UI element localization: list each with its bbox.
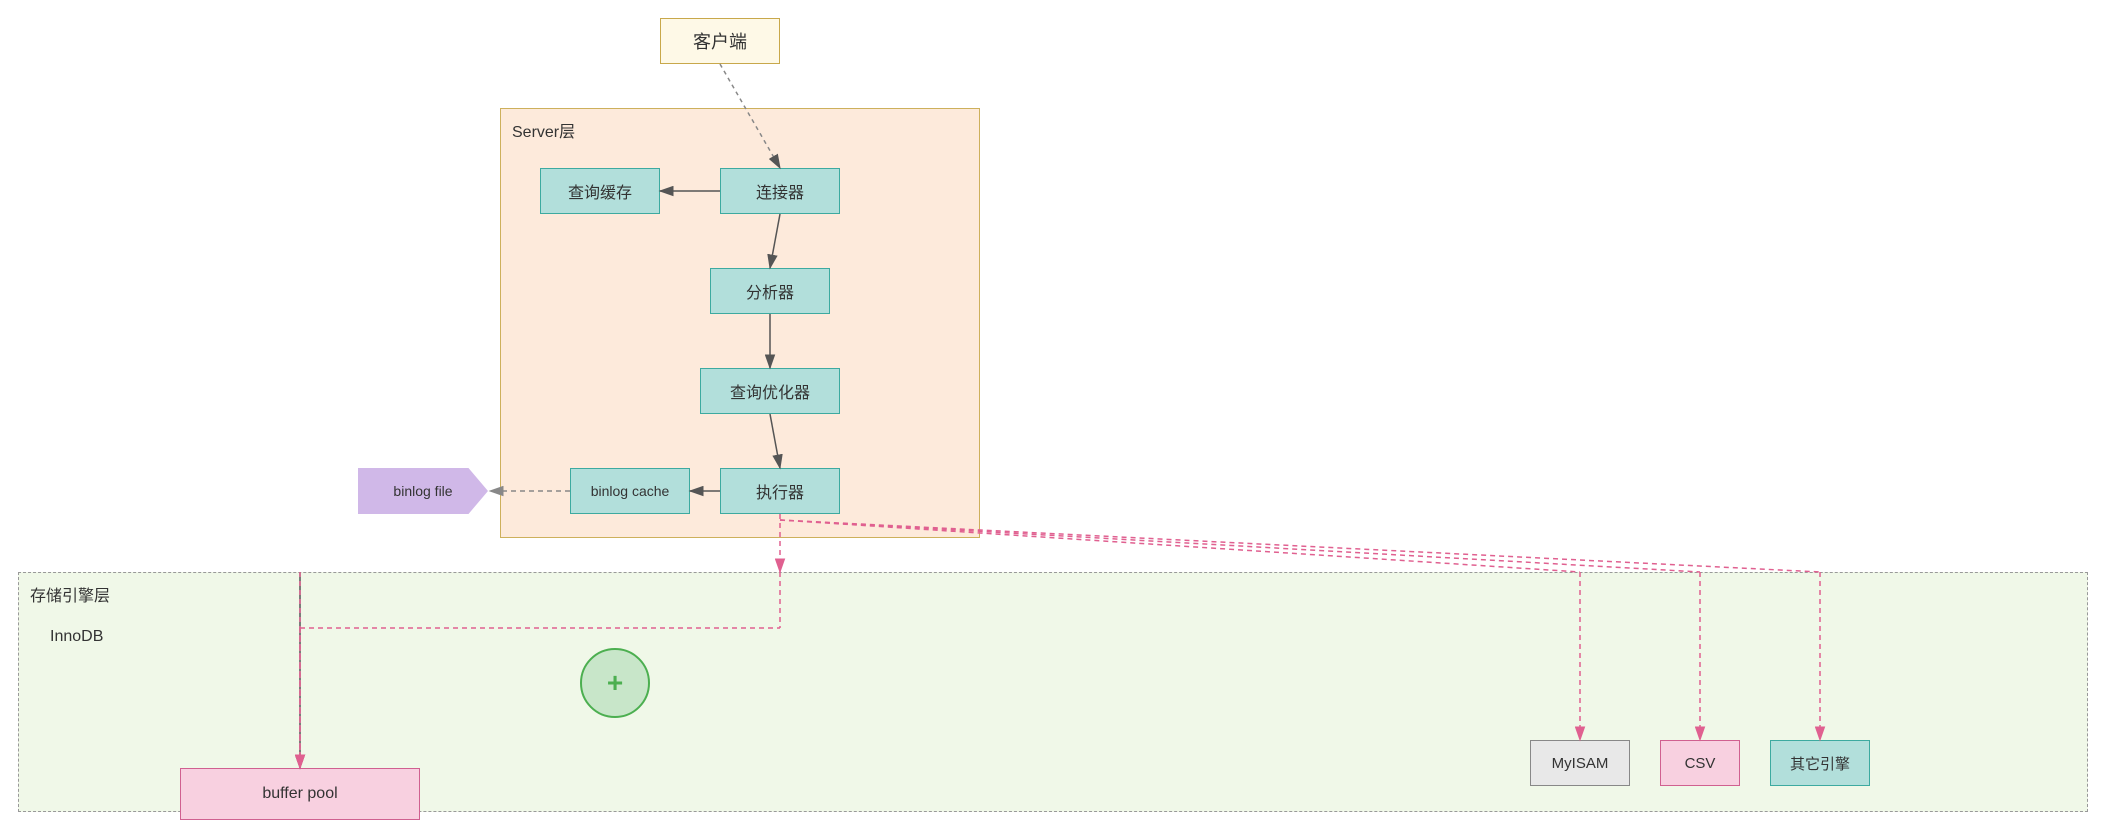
buffer-pool-box: buffer pool <box>180 768 420 820</box>
query-cache-label: 查询缓存 <box>568 179 632 203</box>
binlog-file-box: binlog file <box>358 468 488 514</box>
innodb-label: InnoDB <box>50 628 103 646</box>
analyzer-label: 分析器 <box>746 279 794 303</box>
analyzer-box: 分析器 <box>710 268 830 314</box>
csv-box: CSV <box>1660 740 1740 786</box>
myisam-label: MyISAM <box>1552 755 1609 772</box>
binlog-cache-box: binlog cache <box>570 468 690 514</box>
other-engines-label: 其它引擎 <box>1790 753 1850 774</box>
executor-box: 执行器 <box>720 468 840 514</box>
myisam-box: MyISAM <box>1530 740 1630 786</box>
buffer-pool-label: buffer pool <box>262 785 337 803</box>
disk-symbol <box>580 648 650 718</box>
connector-box: 连接器 <box>720 168 840 214</box>
client-box: 客户端 <box>660 18 780 64</box>
server-layer-label: Server层 <box>512 118 575 142</box>
other-engines-box: 其它引擎 <box>1770 740 1870 786</box>
query-cache-box: 查询缓存 <box>540 168 660 214</box>
optimizer-box: 查询优化器 <box>700 368 840 414</box>
connector-label: 连接器 <box>756 179 804 203</box>
client-label: 客户端 <box>693 28 747 54</box>
csv-label: CSV <box>1685 755 1716 772</box>
binlog-cache-label: binlog cache <box>591 483 670 499</box>
storage-layer-label: 存储引擎层 <box>30 582 110 606</box>
diagram-container: 客户端 Server层 查询缓存 连接器 分析器 查询优化器 执行器 binlo… <box>0 0 2105 822</box>
binlog-file-label: binlog file <box>393 483 452 499</box>
executor-label: 执行器 <box>756 479 804 503</box>
optimizer-label: 查询优化器 <box>730 379 810 403</box>
